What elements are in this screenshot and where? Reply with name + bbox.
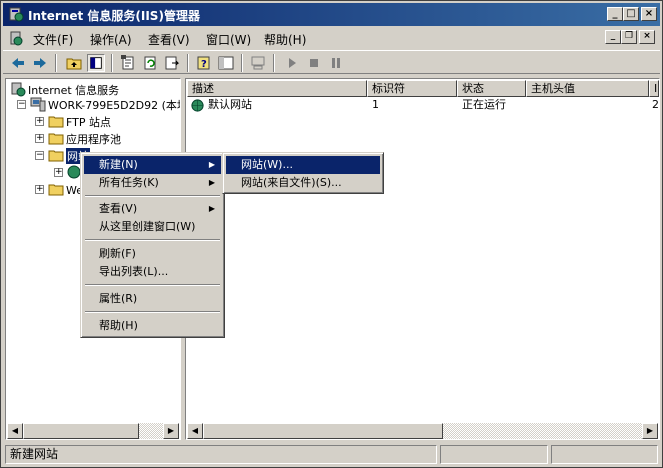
iis-app-icon [9, 7, 24, 22]
menu-separator [85, 195, 220, 197]
scroll-right-button[interactable]: ▶ [642, 423, 658, 439]
status-bar: 新建网站 [3, 444, 660, 465]
stop-icon [310, 59, 318, 67]
submenu-arrow-icon: ▶ [208, 178, 215, 187]
toolbar-separator [55, 54, 57, 72]
menu-window[interactable]: 窗口(W) [206, 31, 251, 48]
menu-item-refresh[interactable]: 刷新(F) [84, 245, 221, 263]
toolbar: ? [3, 50, 660, 74]
mdi-minimize-button[interactable]: _ [605, 30, 621, 44]
window-title: Internet 信息服务(IIS)管理器 [28, 9, 200, 23]
folder-open-icon [48, 150, 64, 162]
menu-separator [85, 284, 220, 286]
expand-web-ext-toggle[interactable]: + [35, 185, 44, 194]
menu-item-properties[interactable]: 属性(R) [84, 290, 221, 308]
tree-server-label: WORK-799E5D2D92 (本地计算机) [48, 99, 180, 112]
status-panel-3 [551, 445, 658, 464]
submenu-arrow-icon: ▶ [208, 204, 215, 213]
pause-icon [332, 58, 340, 68]
menu-bar: 文件(F) 操作(A) 查看(V) 窗口(W) 帮助(H) _ ❐ × [3, 27, 660, 49]
back-icon[interactable] [9, 54, 27, 72]
svg-text:?: ? [201, 59, 207, 70]
iis-manager-window: Internet 信息服务(IIS)管理器 _ □ × 文件(F) 操作(A) … [0, 0, 663, 468]
status-text: 新建网站 [5, 445, 437, 464]
expand-ftp-toggle[interactable]: + [35, 117, 44, 126]
toolbar-separator [241, 54, 243, 72]
cell-ip: 2 [652, 98, 659, 111]
submenu-item-website-from-file[interactable]: 网站(来自文件)(S)... [226, 174, 380, 192]
column-header-description[interactable]: 描述 [187, 80, 367, 97]
submenu-item-website[interactable]: 网站(W)... [226, 156, 380, 174]
console-icon[interactable] [217, 54, 235, 72]
menu-view[interactable]: 查看(V) [148, 31, 190, 48]
tree-label-ftp-sites: FTP 站点 [66, 116, 111, 129]
scroll-right-button[interactable]: ▶ [163, 423, 179, 439]
scroll-thumb[interactable] [23, 423, 139, 439]
export-icon[interactable] [163, 54, 181, 72]
close-button[interactable]: × [641, 7, 657, 21]
toolbar-separator [273, 54, 275, 72]
menu-item-export-list[interactable]: 导出列表(L)... [84, 263, 221, 281]
column-header-id[interactable]: 标识符 [367, 80, 457, 97]
menu-item-view[interactable]: 查看(V) ▶ [84, 200, 221, 218]
scroll-left-button[interactable]: ◀ [7, 423, 23, 439]
tree-server-node[interactable]: WORK-799E5D2D92 (本地计算机) [30, 96, 180, 112]
mdi-close-button[interactable]: × [639, 30, 655, 44]
tree-horizontal-scrollbar[interactable]: ◀ ▶ [7, 423, 179, 439]
up-folder-icon[interactable] [65, 54, 83, 72]
cell-status: 正在运行 [462, 98, 506, 111]
mdi-restore-button[interactable]: ❐ [621, 30, 637, 44]
computer-icon [251, 56, 265, 70]
menu-item-new-window[interactable]: 从这里创建窗口(W) [84, 218, 221, 236]
expand-app-pools-toggle[interactable]: + [35, 134, 44, 143]
cell-id: 1 [372, 98, 379, 111]
column-header-status[interactable]: 状态 [457, 80, 526, 97]
menu-item-all-tasks[interactable]: 所有任务(K) ▶ [84, 174, 221, 192]
cell-description: 默认网站 [208, 98, 252, 111]
column-header-ip[interactable]: IP 地址 [649, 80, 659, 97]
menu-separator [85, 239, 220, 241]
properties-icon[interactable] [119, 54, 137, 72]
minimize-button[interactable]: _ [607, 7, 623, 21]
status-panel-2 [440, 445, 548, 464]
console-window-icon[interactable] [8, 30, 24, 46]
context-menu: 新建(N) ▶ 所有任务(K) ▶ 查看(V) ▶ 从这里创建窗口(W) 刷新(F) … [80, 152, 225, 338]
refresh-icon[interactable] [141, 54, 159, 72]
folder-icon [48, 116, 64, 128]
scroll-left-button[interactable]: ◀ [187, 423, 203, 439]
toolbar-separator [187, 54, 189, 72]
list-horizontal-scrollbar[interactable]: ◀ ▶ [187, 423, 658, 439]
column-header-host[interactable]: 主机头值 [526, 80, 649, 97]
menu-help[interactable]: 帮助(H) [264, 31, 306, 48]
help-icon[interactable]: ? [195, 54, 213, 72]
submenu-arrow-icon: ▶ [208, 160, 215, 169]
list-pane[interactable]: 描述 标识符 状态 主机头值 IP 地址 默认网站 1 正在运行 2 ◀ ▶ [185, 78, 660, 440]
menu-action[interactable]: 操作(A) [90, 31, 132, 48]
tree-root-node[interactable]: Internet 信息服务 [10, 81, 180, 97]
collapse-websites-toggle[interactable]: − [35, 151, 44, 160]
scroll-thumb[interactable] [203, 423, 443, 439]
title-bar[interactable]: Internet 信息服务(IIS)管理器 _ □ × [3, 3, 660, 26]
menu-file[interactable]: 文件(F) [33, 31, 73, 48]
tree-label-app-pools: 应用程序池 [66, 133, 121, 146]
folder-icon [48, 184, 64, 196]
iis-root-icon [11, 82, 26, 97]
menu-item-new[interactable]: 新建(N) ▶ [84, 156, 221, 174]
collapse-server-toggle[interactable]: − [17, 100, 26, 109]
menu-separator [85, 311, 220, 313]
forward-icon[interactable] [31, 54, 49, 72]
server-computer-icon [30, 97, 46, 112]
show-tree-icon[interactable] [87, 54, 105, 72]
folder-icon [48, 133, 64, 145]
new-submenu: 网站(W)... 网站(来自文件)(S)... [222, 152, 384, 194]
toolbar-separator [111, 54, 113, 72]
play-icon [289, 58, 296, 68]
maximize-button[interactable]: □ [623, 7, 639, 21]
expand-default-site-toggle[interactable]: + [54, 168, 63, 177]
globe-icon [191, 99, 204, 112]
menu-item-help[interactable]: 帮助(H) [84, 317, 221, 335]
